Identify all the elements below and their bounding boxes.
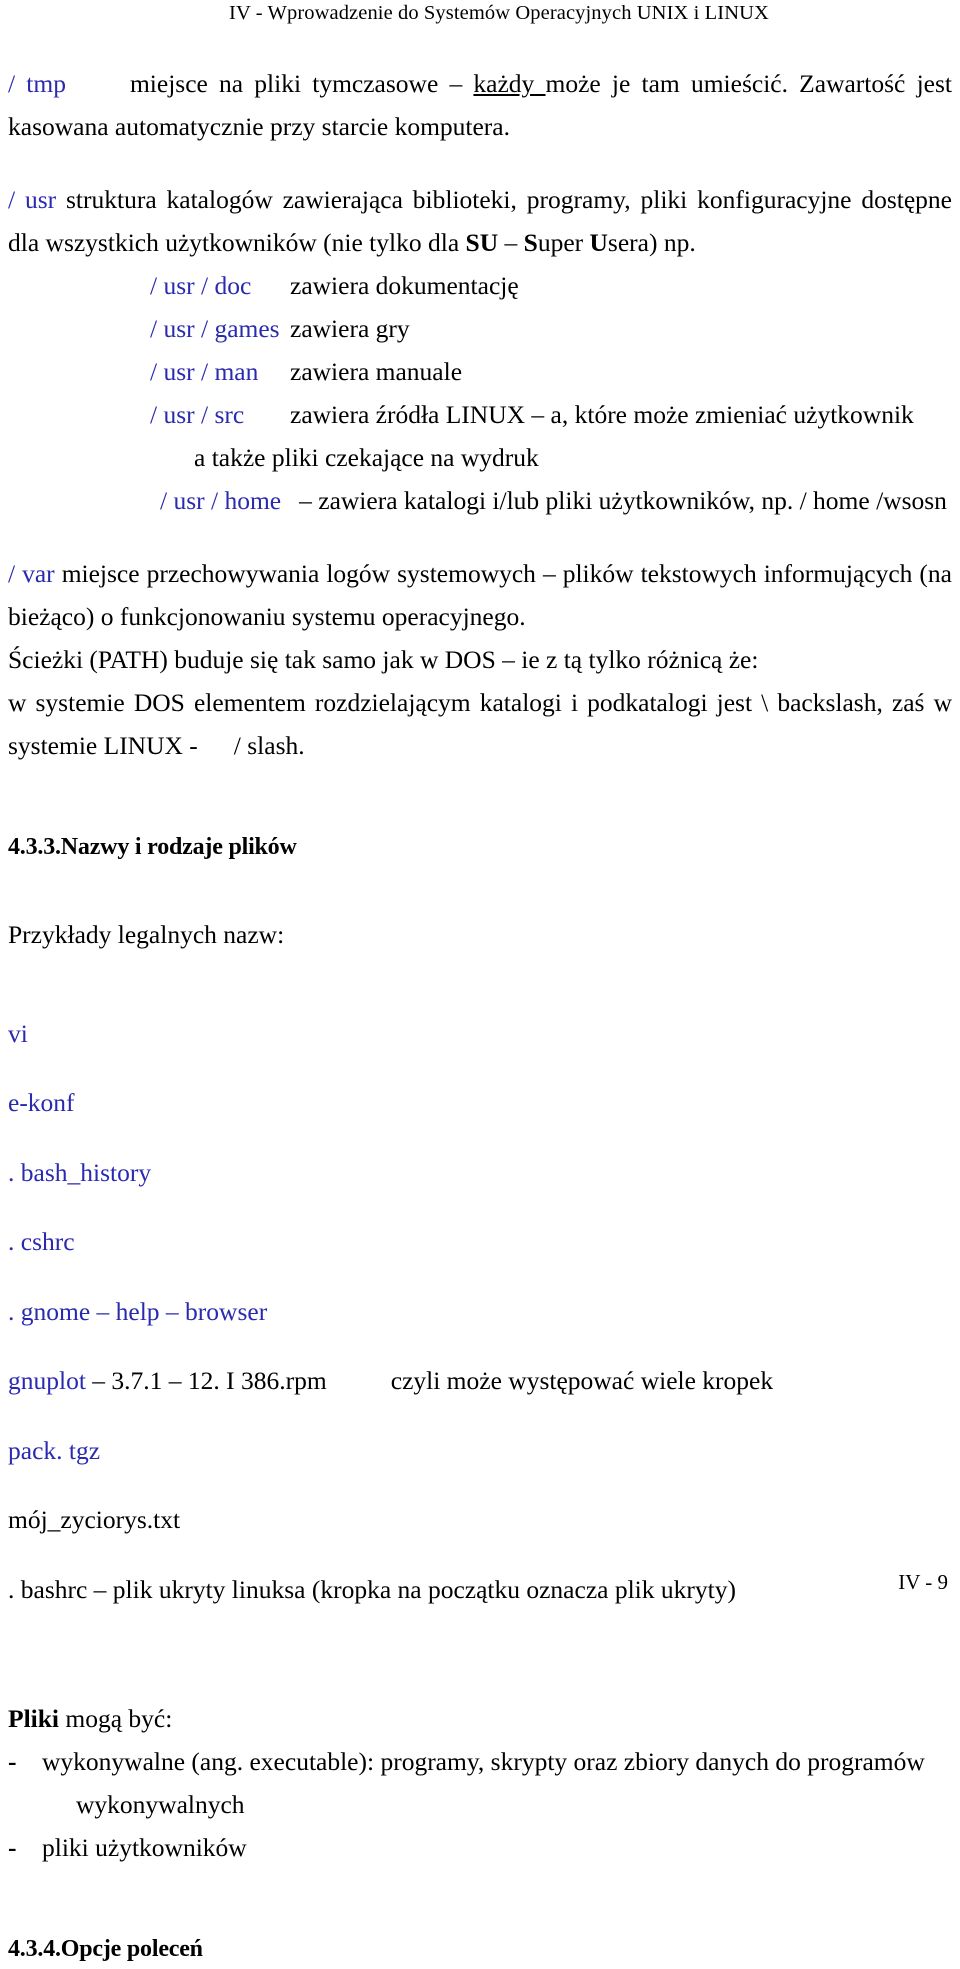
path-usr-games: / usr / games <box>150 314 280 343</box>
running-header: IV - Wprowadzenie do Systemów Operacyjny… <box>0 2 960 25</box>
vertical-gap <box>8 956 952 986</box>
desc-usr-home: – zawiera katalogi i/lub pliki użytkowni… <box>299 486 947 515</box>
paragraph-var: / var miejsce przechowywania logów syste… <box>8 552 952 638</box>
paragraph-path: Ścieżki (PATH) buduje się tak samo jak w… <box>8 645 759 674</box>
gnuplot-version-suffix: – 3.7.1 – 12. I 386.rpm <box>85 1366 327 1395</box>
vertical-gap <box>8 1637 952 1697</box>
usr-entry-src: / usr / src zawiera źródła LINUX – a, któ… <box>8 393 952 436</box>
files-can-be-rest: mogą być: <box>59 1704 173 1733</box>
usr-entry-doc: / usr / doc zawiera dokumentację <box>8 264 952 307</box>
example-filename-cshrc: . cshrc <box>8 1227 75 1256</box>
path-usr: / usr <box>8 185 57 214</box>
path-usr-src: / usr / src <box>150 400 245 429</box>
dash-bullet-icon: - <box>8 1833 17 1862</box>
usr-entry-games: / usr / games zawiera gry <box>8 307 952 350</box>
example-filename-gnuplot: gnuplot <box>8 1366 86 1395</box>
page-body: / tmp miejsce na pliki tymczasowe – każdy… <box>8 62 952 1969</box>
usr-text-d: sera) np. <box>607 228 696 257</box>
example-filename-bash-history: . bash_history <box>8 1157 152 1187</box>
page-number-label: IV - 9 <box>898 1570 948 1594</box>
desc-usr-src: zawiera źródła LINUX – a, które może zmi… <box>290 400 914 429</box>
document-page: IV - Wprowadzenie do Systemów Operacyjny… <box>0 0 960 1962</box>
paragraph-tmp: / tmp miejsce na pliki tymczasowe – każdy… <box>8 62 952 148</box>
example-filename-vi: vi <box>8 1018 28 1048</box>
desc-usr-man: zawiera manuale <box>290 357 463 386</box>
heading-opcje-polecen: 4.3.4.Opcje poleceń <box>8 1936 203 1962</box>
tmp-text-before: miejsce na pliki tymczasowe – <box>129 69 474 98</box>
vertical-gap <box>8 1869 952 1929</box>
example-filename-bashrc: . bashrc – plik ukryty linuksa (kropka n… <box>8 1574 736 1604</box>
desc-usr-doc: zawiera dokumentację <box>290 271 519 300</box>
path-usr-doc: / usr / doc <box>150 271 252 300</box>
usr-bold-su: SU <box>465 228 499 257</box>
var-text: miejsce przechowywania logów systemowych… <box>8 559 952 631</box>
usr-bold-u: U <box>589 228 608 257</box>
example-filename-gnome-help-browser: . gnome – help – browser <box>8 1296 268 1326</box>
usr-entry-row: / usr / man zawiera manuale <box>150 350 952 393</box>
list-item: - pliki użytkowników <box>8 1826 952 1869</box>
examples-intro: Przykłady legalnych nazw: <box>8 920 285 949</box>
dos-text-a: w systemie DOS elementem rozdzielającym … <box>8 688 952 760</box>
usr-bold-super-s: S <box>523 228 538 257</box>
usr-src-continuation: a także pliki czekające na wydruk <box>8 436 952 479</box>
paragraph-usr: / usr struktura katalogów zawierająca bi… <box>8 178 952 264</box>
file-type-user-files: pliki użytkowników <box>42 1833 247 1862</box>
file-type-text: wykonywalne (ang. executable): programy,… <box>42 1747 925 1776</box>
example-filename-gnuplot-row: gnuplot – 3.7.1 – 12. I 386.rpm czyli moż… <box>8 1359 952 1403</box>
dash-bullet-icon: - <box>8 1747 17 1776</box>
file-types-list: - wykonywalne (ang. executable): program… <box>8 1740 952 1869</box>
usr-text-b: – <box>498 228 524 257</box>
heading-nazwy-i-rodzaje-plikow: 4.3.3.Nazwy i rodzaje plików <box>8 834 297 860</box>
example-filename-moj-zyciorys: mój_zyciorys.txt <box>8 1505 181 1534</box>
gnuplot-comment: czyli może występować wiele kropek <box>390 1366 774 1395</box>
tmp-underlined-word: każdy <box>473 69 546 98</box>
paragraph-dos-separator: w systemie DOS elementem rozdzielającym … <box>8 681 952 767</box>
path-usr-home: / usr / home <box>160 486 282 515</box>
usr-text-c: uper <box>537 228 590 257</box>
running-header-title: IV - Wprowadzenie do Systemów Operacyjny… <box>229 2 769 24</box>
usr-entry-man: / usr / man zawiera manuale <box>8 350 952 393</box>
path-usr-man: / usr / man <box>150 357 259 386</box>
example-filename-pack-tgz: pack. tgz <box>8 1435 101 1465</box>
usr-src-continuation-text: a także pliki czekające na wydruk <box>194 443 539 472</box>
files-can-be-label: Pliki mogą być: <box>8 1697 952 1740</box>
usr-entry-row: / usr / src zawiera źródła LINUX – a, któ… <box>150 393 952 436</box>
vertical-gap <box>8 767 952 827</box>
path-tmp: / tmp <box>8 69 66 98</box>
usr-entry-home: / usr / home – zawiera katalogi i/lub pli… <box>8 479 952 522</box>
list-item: - wykonywalne (ang. executable): program… <box>8 1740 952 1826</box>
file-type-executable: wykonywalne (ang. executable): programy,… <box>42 1740 952 1826</box>
vertical-gap <box>8 148 952 178</box>
usr-entry-row: / usr / games zawiera gry <box>150 307 952 350</box>
vertical-gap <box>8 867 952 913</box>
path-var: / var <box>8 559 55 588</box>
dos-text-b: / slash. <box>233 731 305 760</box>
usr-entry-row: / usr / home – zawiera katalogi i/lub pli… <box>160 479 952 522</box>
vertical-gap <box>8 522 952 552</box>
files-bold-word: Pliki <box>8 1704 60 1733</box>
example-filename-e-konf: e-konf <box>8 1088 75 1117</box>
usr-entry-row: / usr / doc zawiera dokumentację <box>150 264 952 307</box>
desc-usr-games: zawiera gry <box>290 314 410 343</box>
page-footer: IV - 9 <box>898 1570 948 1595</box>
file-type-continuation: wykonywalnych <box>76 1790 245 1819</box>
